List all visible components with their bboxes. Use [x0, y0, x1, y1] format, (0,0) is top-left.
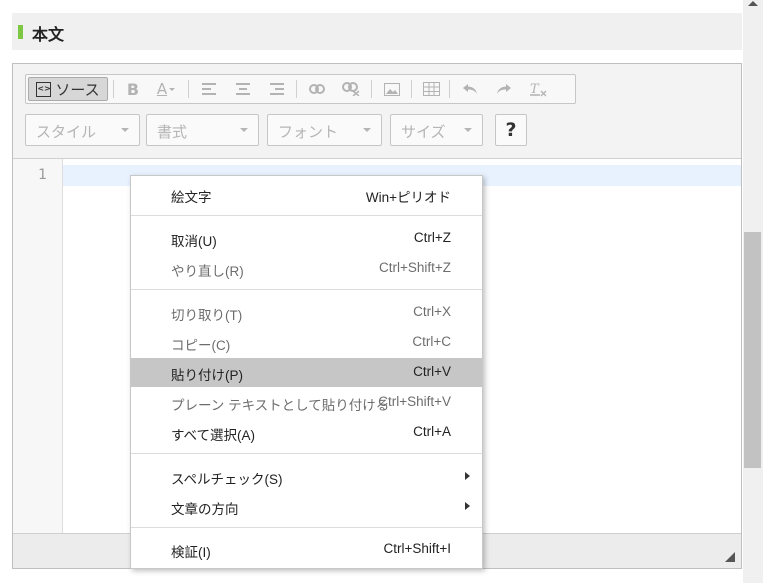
- style-dropdown-label: スタイル: [36, 123, 97, 141]
- chevron-down-icon: [464, 128, 472, 132]
- menu-item-spellcheck[interactable]: スペルチェック(S): [131, 462, 482, 491]
- page-scrollbar[interactable]: [743, 0, 763, 583]
- menu-item-paste[interactable]: 貼り付け(P) Ctrl+V: [131, 358, 482, 387]
- table-button[interactable]: [419, 77, 443, 101]
- source-button[interactable]: <> ソース: [28, 77, 108, 101]
- help-button[interactable]: ?: [495, 114, 527, 146]
- menu-item-label: すべて選択(A): [171, 428, 256, 443]
- menu-item-label: 検証(I): [171, 545, 211, 560]
- align-left-icon: [202, 83, 216, 95]
- section-header: 本文: [12, 13, 742, 50]
- toolbar-separator: [411, 80, 412, 98]
- toolbar-separator: [371, 80, 372, 98]
- toolbar-separator: [188, 80, 189, 98]
- text-color-icon: A: [156, 80, 168, 98]
- remove-format-icon: T: [530, 82, 547, 97]
- menu-item-label: 取消(U): [171, 234, 217, 249]
- menu-item-label: 絵文字: [171, 190, 212, 205]
- undo-icon: [463, 84, 477, 94]
- align-left-button[interactable]: [198, 77, 220, 101]
- toolbar-separator: [449, 80, 450, 98]
- align-center-icon: [236, 83, 250, 95]
- menu-item-shortcut: Ctrl+Shift+I: [383, 541, 451, 556]
- chevron-down-icon: [363, 128, 371, 132]
- section-accent-bar: [18, 25, 23, 39]
- menu-item-label: コピー(C): [171, 338, 231, 353]
- remove-format-button[interactable]: T: [526, 77, 550, 101]
- redo-icon: [497, 84, 511, 94]
- unlink-icon: [342, 82, 360, 96]
- image-button[interactable]: [380, 77, 404, 101]
- chevron-down-icon: [121, 128, 129, 132]
- editor-toolbar: <> ソース B A T スタイル 書式 フォント サイズ ?: [13, 64, 741, 159]
- section-title: 本文: [32, 25, 65, 44]
- toolbar-separator: [113, 80, 114, 98]
- menu-item-shortcut: Ctrl+Shift+Z: [378, 260, 451, 275]
- menu-item-shortcut: Ctrl+Z: [413, 230, 451, 245]
- menu-separator: [131, 527, 482, 528]
- menu-item-shortcut: Ctrl+V: [413, 364, 451, 379]
- menu-item-select-all[interactable]: すべて選択(A) Ctrl+A: [131, 418, 482, 447]
- menu-item-shortcut: Win+ピリオド: [365, 190, 451, 205]
- menu-item-inspect[interactable]: 検証(I) Ctrl+Shift+I: [131, 535, 482, 564]
- redo-button[interactable]: [492, 77, 516, 101]
- size-dropdown[interactable]: サイズ: [390, 114, 483, 146]
- link-icon: [309, 84, 325, 94]
- menu-item-copy[interactable]: コピー(C) Ctrl+C: [131, 328, 482, 357]
- image-icon: [384, 82, 400, 96]
- unlink-button[interactable]: [339, 77, 363, 101]
- align-right-button[interactable]: [266, 77, 288, 101]
- menu-item-shortcut: Ctrl+X: [413, 304, 451, 319]
- menu-item-shortcut: Ctrl+Shift+V: [378, 394, 451, 409]
- toolbar-button-group: <> ソース B A T: [25, 74, 576, 104]
- line-gutter: 1: [13, 159, 63, 534]
- style-dropdown[interactable]: スタイル: [25, 114, 140, 146]
- source-icon: <>: [36, 81, 52, 97]
- menu-item-text-direction[interactable]: 文章の方向: [131, 492, 482, 521]
- menu-item-label: 貼り付け(P): [171, 368, 243, 383]
- menu-item-undo[interactable]: 取消(U) Ctrl+Z: [131, 224, 482, 253]
- chevron-down-icon: [169, 87, 176, 91]
- source-label: ソース: [55, 80, 100, 99]
- format-dropdown[interactable]: 書式: [146, 114, 259, 146]
- scroll-thumb[interactable]: [744, 232, 761, 468]
- align-right-icon: [270, 83, 284, 95]
- menu-item-label: スペルチェック(S): [171, 472, 283, 487]
- menu-item-emoji[interactable]: 絵文字 Win+ピリオド: [131, 180, 482, 209]
- menu-item-label: やり直し(R): [171, 264, 244, 279]
- undo-button[interactable]: [458, 77, 482, 101]
- resize-grip-icon[interactable]: [725, 552, 735, 562]
- text-color-button[interactable]: A: [150, 77, 182, 101]
- context-menu: 絵文字 Win+ピリオド 取消(U) Ctrl+Z やり直し(R) Ctrl+S…: [130, 175, 483, 569]
- bold-icon: B: [126, 79, 140, 99]
- chevron-down-icon: [240, 128, 248, 132]
- menu-item-label: 切り取り(T): [171, 308, 243, 323]
- menu-item-cut[interactable]: 切り取り(T) Ctrl+X: [131, 298, 482, 327]
- bold-button[interactable]: B: [122, 77, 144, 101]
- line-number: 1: [38, 167, 47, 183]
- menu-separator: [131, 289, 482, 290]
- menu-item-label: プレーン テキストとして貼り付ける: [171, 398, 390, 413]
- table-icon: [422, 82, 440, 96]
- menu-item-paste-plain-text[interactable]: プレーン テキストとして貼り付ける Ctrl+Shift+V: [131, 388, 482, 417]
- font-dropdown[interactable]: フォント: [267, 114, 382, 146]
- submenu-arrow-icon: [465, 502, 470, 510]
- size-dropdown-label: サイズ: [401, 123, 446, 141]
- menu-separator: [131, 215, 482, 216]
- format-dropdown-label: 書式: [157, 123, 188, 141]
- link-button[interactable]: [305, 77, 329, 101]
- font-dropdown-label: フォント: [278, 123, 339, 141]
- menu-item-label: 文章の方向: [171, 502, 239, 517]
- align-center-button[interactable]: [232, 77, 254, 101]
- menu-item-shortcut: Ctrl+C: [412, 334, 451, 349]
- menu-item-shortcut: Ctrl+A: [413, 424, 451, 439]
- toolbar-separator: [296, 80, 297, 98]
- scroll-up-arrow-icon[interactable]: [748, 1, 758, 6]
- menu-separator: [131, 453, 482, 454]
- menu-item-redo[interactable]: やり直し(R) Ctrl+Shift+Z: [131, 254, 482, 283]
- submenu-arrow-icon: [465, 472, 470, 480]
